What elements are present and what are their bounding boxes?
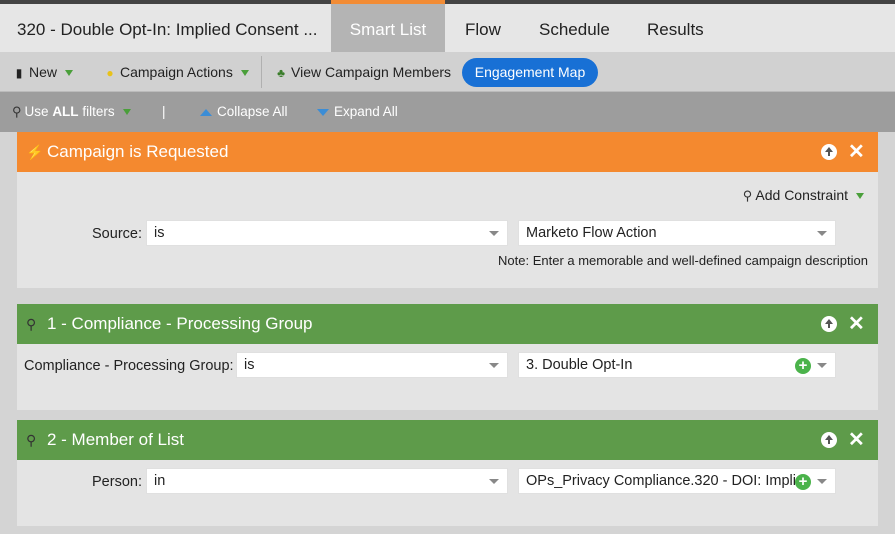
view-members-label: View Campaign Members — [291, 64, 452, 80]
filter-funnel-icon: ⚲ — [26, 316, 37, 332]
chevron-down-icon — [817, 479, 827, 484]
collapse-all-button[interactable]: Collapse All — [200, 92, 288, 132]
source-label: Source: — [92, 226, 142, 242]
processing-group-operator-select[interactable]: is — [236, 352, 508, 378]
filter-1-header: ⚲ 1 - Compliance - Processing Group ✕ — [17, 304, 878, 344]
source-operator-select[interactable]: is — [146, 220, 508, 246]
add-constraint-button[interactable]: ⚲ Add Constraint — [743, 187, 864, 204]
trigger-header: ⚡ Campaign is Requested ✕ — [17, 132, 878, 172]
campaign-actions-label: Campaign Actions — [120, 64, 233, 80]
filters-label: filters — [82, 104, 115, 119]
tab-flow[interactable]: Flow — [465, 8, 501, 52]
filter-2-title: 2 - Member of List — [47, 430, 184, 449]
filterbar-divider: | — [162, 104, 166, 119]
use-label: Use — [24, 104, 49, 119]
close-icon[interactable]: ✕ — [848, 430, 865, 450]
close-icon[interactable]: ✕ — [848, 142, 865, 162]
processing-group-operator-value: is — [244, 357, 255, 373]
chevron-down-icon — [65, 70, 74, 77]
member-operator-value: in — [154, 473, 166, 489]
collapse-icon — [200, 108, 212, 116]
source-value: Marketo Flow Action — [526, 225, 657, 241]
chevron-down-icon — [856, 193, 864, 200]
processing-group-value-select[interactable]: 3. Double Opt-In + — [518, 352, 836, 378]
tab-results[interactable]: Results — [647, 8, 704, 52]
tab-program-name[interactable]: 320 - Double Opt-In: Implied Consent ... — [0, 8, 331, 52]
engagement-map-button[interactable]: Engagement Map — [462, 58, 598, 87]
lightbulb-icon: ● — [106, 66, 114, 80]
people-icon: ♣ — [277, 66, 285, 80]
use-all-filters-dropdown[interactable]: ⚲ Use ALL filters — [12, 92, 131, 132]
processing-group-value: 3. Double Opt-In — [526, 357, 633, 373]
tab-schedule[interactable]: Schedule — [539, 8, 610, 52]
filter-funnel-icon: ⚲ — [12, 104, 22, 119]
member-operator-select[interactable]: in — [146, 468, 508, 494]
filter-funnel-icon: ⚲ — [26, 432, 37, 448]
filter-1-title: 1 - Compliance - Processing Group — [47, 314, 313, 333]
view-campaign-members-button[interactable]: ♣ View Campaign Members — [274, 52, 451, 92]
toolbar: ▮ New ● Campaign Actions ♣ View Campaign Me… — [0, 52, 895, 92]
trigger-note: Note: Enter a memorable and well-defined… — [498, 253, 868, 268]
expand-icon — [317, 108, 329, 116]
expand-all-button[interactable]: Expand All — [317, 92, 398, 132]
chevron-down-icon — [489, 231, 499, 236]
chevron-down-icon — [489, 479, 499, 484]
filter-panel-2: ⚲ 2 - Member of List ✕ Person: in OPs_Pr… — [17, 420, 878, 526]
new-label: New — [29, 64, 58, 80]
close-icon[interactable]: ✕ — [848, 314, 865, 334]
member-list-value: OPs_Privacy Compliance.320 - DOI: Impli — [526, 473, 796, 489]
move-up-icon[interactable] — [821, 432, 837, 448]
chevron-down-icon — [817, 231, 827, 236]
chevron-down-icon — [240, 70, 249, 77]
tab-smart-list[interactable]: Smart List — [331, 0, 445, 52]
tab-bar: 320 - Double Opt-In: Implied Consent ...… — [0, 0, 895, 52]
source-operator-value: is — [154, 225, 165, 241]
chevron-down-icon — [122, 109, 131, 116]
add-value-icon[interactable]: + — [795, 358, 811, 374]
trigger-bolt-icon: ⚡ — [26, 144, 44, 160]
source-value-select[interactable]: Marketo Flow Action — [518, 220, 836, 246]
chevron-down-icon — [817, 363, 827, 368]
add-value-icon[interactable]: + — [795, 474, 811, 490]
new-icon: ▮ — [15, 66, 23, 80]
add-constraint-label: Add Constraint — [755, 187, 848, 203]
filter-bar: ⚲ Use ALL filters | Collapse All Expand A… — [0, 92, 895, 132]
processing-group-label: Compliance - Processing Group: — [24, 358, 234, 374]
expand-label: Expand All — [334, 104, 398, 119]
collapse-label: Collapse All — [217, 104, 288, 119]
filter-panel-1: ⚲ 1 - Compliance - Processing Group ✕ Co… — [17, 304, 878, 410]
toolbar-divider — [261, 56, 262, 88]
trigger-panel: ⚡ Campaign is Requested ✕ ⚲ Add Constrai… — [17, 132, 878, 288]
new-button[interactable]: ▮ New — [12, 52, 74, 92]
chevron-down-icon — [489, 363, 499, 368]
constraint-icon: ⚲ — [742, 188, 753, 203]
member-list-select[interactable]: OPs_Privacy Compliance.320 - DOI: Impli … — [518, 468, 836, 494]
trigger-title: Campaign is Requested — [47, 142, 229, 161]
move-up-icon[interactable] — [821, 144, 837, 160]
filter-2-header: ⚲ 2 - Member of List ✕ — [17, 420, 878, 460]
move-up-icon[interactable] — [821, 316, 837, 332]
use-all-label: ALL — [52, 104, 79, 119]
person-label: Person: — [92, 474, 142, 490]
campaign-actions-button[interactable]: ● Campaign Actions — [103, 52, 249, 92]
